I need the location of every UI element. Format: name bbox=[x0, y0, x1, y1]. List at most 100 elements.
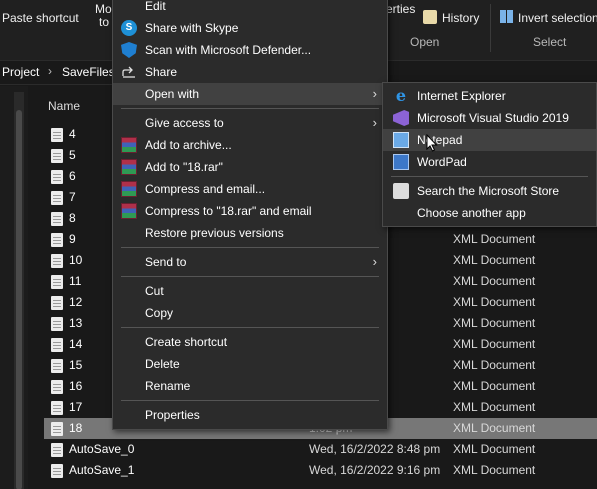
file-type: XML Document bbox=[453, 442, 536, 456]
winrar-icon bbox=[121, 181, 137, 197]
column-header-name[interactable]: Name bbox=[48, 99, 80, 113]
xml-file-icon bbox=[51, 128, 63, 142]
breadcrumb-savefiles[interactable]: SaveFiles bbox=[62, 65, 115, 79]
file-date-modified: Wed, 16/2/2022 8:48 pm bbox=[309, 442, 441, 456]
move-to-button-fragment-2[interactable]: to bbox=[99, 15, 109, 29]
open-with-search-store[interactable]: Search the Microsoft Store bbox=[383, 180, 596, 202]
xml-file-icon bbox=[51, 254, 63, 268]
xml-file-icon bbox=[51, 170, 63, 184]
menu-item-give-access[interactable]: Give access to › bbox=[113, 112, 387, 134]
menu-item-send-to[interactable]: Send to › bbox=[113, 251, 387, 273]
menu-item-label: Open with bbox=[145, 87, 200, 101]
menu-item-label: Rename bbox=[145, 379, 191, 393]
open-group-label: Open bbox=[410, 35, 440, 49]
menu-item-label: WordPad bbox=[417, 155, 467, 169]
xml-file-icon bbox=[51, 212, 63, 226]
file-type: XML Document bbox=[453, 400, 536, 414]
xml-file-icon bbox=[51, 380, 63, 394]
xml-file-icon bbox=[51, 275, 63, 289]
winrar-icon bbox=[121, 203, 137, 219]
history-button[interactable]: History bbox=[442, 11, 479, 25]
paste-shortcut-button[interactable]: Paste shortcut bbox=[2, 11, 79, 25]
file-name: 10 bbox=[69, 253, 83, 267]
winrar-icon bbox=[121, 137, 137, 153]
file-name: 5 bbox=[69, 148, 76, 162]
menu-item-restore-versions[interactable]: Restore previous versions bbox=[113, 222, 387, 244]
context-menu: Edit S Share with Skype Scan with Micros… bbox=[112, 0, 388, 430]
file-name: 14 bbox=[69, 337, 83, 351]
menu-item-share[interactable]: Share bbox=[113, 61, 387, 83]
menu-item-label: Compress to "18.rar" and email bbox=[145, 204, 312, 218]
menu-item-label: Search the Microsoft Store bbox=[417, 184, 560, 198]
file-name: 11 bbox=[69, 274, 82, 288]
file-type: XML Document bbox=[453, 253, 536, 267]
move-to-button-fragment[interactable]: Mo bbox=[95, 2, 112, 16]
file-name: 6 bbox=[69, 169, 76, 183]
chevron-right-icon: › bbox=[372, 86, 377, 101]
file-row[interactable]: AutoSave_1 Wed, 16/2/2022 9:16 pm XML Docu… bbox=[44, 460, 597, 481]
chevron-right-icon: › bbox=[372, 115, 377, 130]
xml-file-icon bbox=[51, 317, 63, 331]
open-with-visual-studio[interactable]: Microsoft Visual Studio 2019 bbox=[383, 107, 596, 129]
chevron-right-icon: › bbox=[372, 254, 377, 269]
file-type: XML Document bbox=[453, 358, 536, 372]
share-icon bbox=[121, 64, 137, 80]
menu-item-cut[interactable]: Cut bbox=[113, 280, 387, 302]
menu-item-create-shortcut[interactable]: Create shortcut bbox=[113, 331, 387, 353]
menu-item-rename[interactable]: Rename bbox=[113, 375, 387, 397]
properties-button-fragment[interactable]: erties bbox=[386, 2, 415, 16]
menu-item-open-with[interactable]: Open with › bbox=[113, 83, 387, 105]
navigation-scrollbar-thumb[interactable] bbox=[16, 110, 22, 489]
menu-separator bbox=[121, 108, 379, 109]
menu-item-label: Add to archive... bbox=[145, 138, 232, 152]
breadcrumb-project[interactable]: Project bbox=[2, 65, 39, 79]
menu-item-add-archive[interactable]: Add to archive... bbox=[113, 134, 387, 156]
invert-selection-button[interactable]: Invert selection bbox=[518, 11, 597, 25]
menu-item-share-skype[interactable]: S Share with Skype bbox=[113, 17, 387, 39]
file-type: XML Document bbox=[453, 463, 536, 477]
menu-separator bbox=[121, 276, 379, 277]
file-type: XML Document bbox=[453, 421, 536, 435]
file-name: 16 bbox=[69, 379, 83, 393]
menu-separator bbox=[391, 176, 588, 177]
file-date-modified: Wed, 16/2/2022 9:16 pm bbox=[309, 463, 441, 477]
menu-item-label: Give access to bbox=[145, 116, 224, 130]
invert-selection-icon bbox=[500, 10, 513, 23]
xml-file-icon bbox=[51, 296, 63, 310]
defender-shield-icon bbox=[121, 42, 137, 58]
file-name: AutoSave_0 bbox=[69, 442, 135, 456]
xml-file-icon bbox=[51, 338, 63, 352]
menu-item-label: Notepad bbox=[417, 133, 463, 147]
open-with-choose-app[interactable]: Choose another app bbox=[383, 202, 596, 224]
menu-item-add-rar[interactable]: Add to "18.rar" bbox=[113, 156, 387, 178]
file-type: XML Document bbox=[453, 274, 536, 288]
menu-item-properties[interactable]: Properties bbox=[113, 404, 387, 426]
open-with-wordpad[interactable]: WordPad bbox=[383, 151, 596, 173]
xml-file-icon bbox=[51, 233, 63, 247]
menu-item-label: Create shortcut bbox=[145, 335, 228, 349]
open-with-internet-explorer[interactable]: e Internet Explorer bbox=[383, 85, 596, 107]
menu-item-delete[interactable]: Delete bbox=[113, 353, 387, 375]
select-group-label: Select bbox=[533, 35, 567, 49]
menu-item-label: Restore previous versions bbox=[145, 226, 284, 240]
menu-item-compress-email[interactable]: Compress and email... bbox=[113, 178, 387, 200]
menu-item-label: Properties bbox=[145, 408, 200, 422]
skype-icon: S bbox=[121, 20, 137, 36]
open-with-submenu: e Internet Explorer Microsoft Visual Stu… bbox=[382, 82, 597, 227]
menu-item-label: Share bbox=[145, 65, 178, 79]
menu-item-compress-rar-email[interactable]: Compress to "18.rar" and email bbox=[113, 200, 387, 222]
file-row[interactable]: AutoSave_0 Wed, 16/2/2022 8:48 pm XML Docu… bbox=[44, 439, 597, 460]
menu-item-label: Compress and email... bbox=[145, 182, 266, 196]
file-name: 12 bbox=[69, 295, 83, 309]
xml-file-icon bbox=[51, 191, 63, 205]
menu-item-copy[interactable]: Copy bbox=[113, 302, 387, 324]
ribbon-divider bbox=[490, 4, 491, 52]
xml-file-icon bbox=[51, 359, 63, 373]
menu-separator bbox=[121, 400, 379, 401]
file-name: 17 bbox=[69, 400, 83, 414]
menu-item-label: Share with Skype bbox=[145, 21, 239, 35]
menu-item-scan-defender[interactable]: Scan with Microsoft Defender... bbox=[113, 39, 387, 61]
menu-item-edit[interactable]: Edit bbox=[113, 0, 387, 17]
xml-file-icon bbox=[51, 401, 63, 415]
open-with-notepad[interactable]: Notepad bbox=[383, 129, 596, 151]
